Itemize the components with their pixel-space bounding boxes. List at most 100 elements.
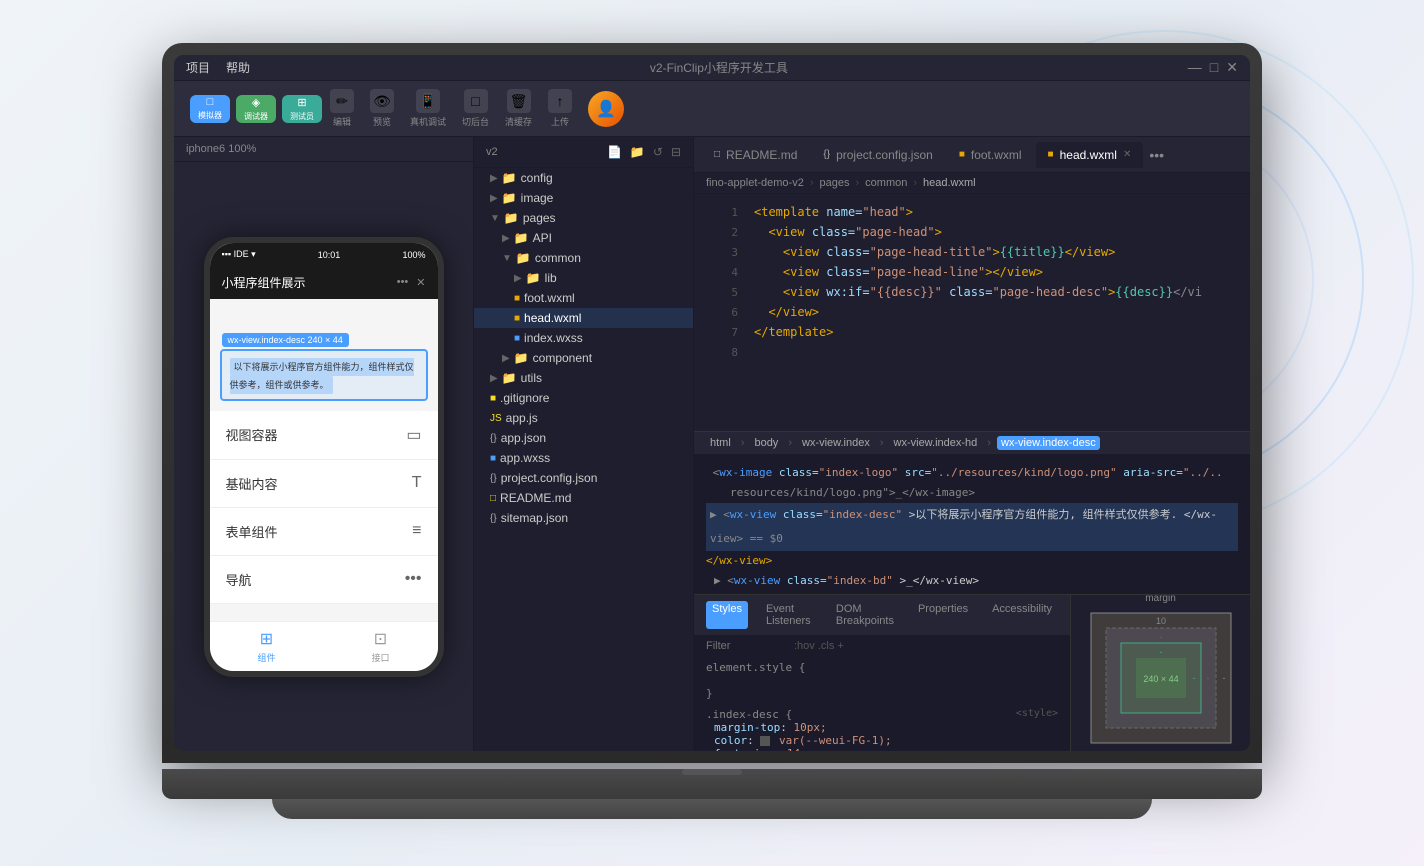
styles-tab-event[interactable]: Event Listeners (760, 601, 818, 629)
style-link-desc[interactable]: <style> (1016, 708, 1058, 721)
phone-nav-components[interactable]: ⊞ 组件 (210, 622, 324, 671)
bc-wx-index[interactable]: wx-view.index (798, 436, 874, 450)
styles-tab-access[interactable]: Accessibility (986, 601, 1058, 629)
tree-item-image[interactable]: ▶ 📁 image (474, 188, 693, 208)
svg-text:-: - (1159, 647, 1162, 657)
user-avatar[interactable]: 👤 (588, 91, 624, 127)
action-device-debug[interactable]: 📱 真机调试 (410, 89, 446, 128)
tree-icon-refresh[interactable]: ↺ (653, 145, 663, 159)
tree-item-api[interactable]: ▶ 📁 API (474, 228, 693, 248)
tree-item-component[interactable]: ▶ 📁 component (474, 348, 693, 368)
inspector-panel: <wx-image class="index-logo" src="../res… (694, 455, 1250, 751)
tree-item-app-json[interactable]: {} app.json (474, 428, 693, 448)
dom-node-desc[interactable]: ▶ <wx-view class="index-desc" >以下将展示小程序官… (706, 503, 1238, 527)
tree-item-common[interactable]: ▼ 📁 common (474, 248, 693, 268)
filter-input[interactable] (706, 640, 786, 652)
tree-item-label-project: project.config.json (501, 471, 598, 485)
window-close[interactable]: ✕ (1226, 59, 1238, 76)
tree-icon-new-folder[interactable]: 📁 (630, 145, 645, 159)
window-minimize[interactable]: — (1188, 59, 1202, 76)
breadcrumb-sep-1: › (810, 177, 814, 189)
tester-label: 测试员 (290, 111, 314, 122)
menu-help[interactable]: 帮助 (226, 59, 250, 76)
editor-tabs: □ README.md {} project.config.json ■ foo… (694, 137, 1250, 173)
tree-item-lib[interactable]: ▶ 📁 lib (474, 268, 693, 288)
breadcrumb-pages: pages (820, 177, 850, 189)
bc-wx-index-desc[interactable]: wx-view.index-desc (997, 436, 1100, 450)
bc-html[interactable]: html (706, 436, 735, 450)
tree-item-config[interactable]: ▶ 📁 config (474, 168, 693, 188)
tree-item-app-wxss[interactable]: ■ app.wxss (474, 448, 693, 468)
tree-item-foot-wxml[interactable]: ■ foot.wxml (474, 288, 693, 308)
action-upload[interactable]: ↑ 上传 (548, 89, 572, 128)
phone-nav-api[interactable]: ⊡ 接口 (324, 622, 438, 671)
tab-foot-wxml[interactable]: ■ foot.wxml (947, 142, 1034, 168)
window-maximize[interactable]: □ (1210, 59, 1218, 76)
tree-item-gitignore[interactable]: ■ .gitignore (474, 388, 693, 408)
svg-text:-: - (1206, 673, 1209, 683)
folder-icon-api: 📁 (514, 231, 529, 245)
action-edit[interactable]: ✏ 编辑 (330, 89, 354, 128)
tree-item-label-gitignore: .gitignore (500, 391, 549, 405)
bc-wx-index-hd[interactable]: wx-view.index-hd (890, 436, 982, 450)
toolbar-left: □ 模拟器 ◈ 调试器 ⊞ 测试员 (190, 95, 322, 123)
tab-project-config[interactable]: {} project.config.json (811, 142, 944, 168)
chevron-api: ▶ (502, 233, 510, 244)
action-preview[interactable]: 👁 预览 (370, 89, 394, 128)
phone-close-icon[interactable]: ✕ (416, 276, 425, 289)
btn-tester[interactable]: ⊞ 测试员 (282, 95, 322, 123)
bc-body[interactable]: body (750, 436, 782, 450)
code-line-1: 1 <template name="head"> (694, 202, 1250, 222)
edit-icon: ✏ (330, 89, 354, 113)
list-item-0[interactable]: 视图容器 ▭ (210, 411, 438, 460)
tree-item-readme[interactable]: □ README.md (474, 488, 693, 508)
chevron-image: ▶ (490, 193, 498, 204)
list-item-2[interactable]: 表单组件 ≡ (210, 508, 438, 556)
tree-icon-new-file[interactable]: 📄 (607, 145, 622, 159)
phone-battery: 100% (402, 250, 425, 260)
code-content-1: <template name="head"> (754, 205, 913, 219)
tab-head-wxml[interactable]: ■ head.wxml ✕ (1036, 142, 1144, 168)
tab-readme[interactable]: □ README.md (702, 142, 809, 168)
tree-item-app-js[interactable]: JS app.js (474, 408, 693, 428)
tree-item-head-wxml[interactable]: ■ head.wxml (474, 308, 693, 328)
tree-item-label-utils: utils (521, 371, 542, 385)
box-model-panel: margin (1070, 595, 1250, 751)
svg-text:-: - (1192, 673, 1195, 683)
tree-item-project-config[interactable]: {} project.config.json (474, 468, 693, 488)
phone-frame: ▪▪▪ IDE ▾ 10:01 100% 小程序组件展示 ••• (174, 162, 473, 751)
tree-item-label-component: component (533, 351, 592, 365)
tree-item-pages[interactable]: ▼ 📁 pages (474, 208, 693, 228)
app-title: v2-FinClip小程序开发工具 (266, 59, 1172, 76)
tree-item-index-wxss[interactable]: ■ index.wxss (474, 328, 693, 348)
styles-tab-props[interactable]: Properties (912, 601, 974, 629)
dom-breadcrumb: html › body › wx-view.index › wx-view.in… (694, 432, 1250, 455)
tree-root-label: v2 (486, 146, 498, 158)
chevron-utils: ▶ (490, 373, 498, 384)
tree-icon-collapse[interactable]: ⊟ (671, 145, 681, 159)
laptop-notch (682, 769, 742, 775)
svg-text:-: - (1159, 632, 1162, 642)
tree-item-utils[interactable]: ▶ 📁 utils (474, 368, 693, 388)
styles-tab-styles[interactable]: Styles (706, 601, 748, 629)
btn-debugger[interactable]: ◈ 调试器 (236, 95, 276, 123)
chevron-pages: ▼ (490, 213, 500, 224)
tree-item-label-lib: lib (545, 271, 557, 285)
folder-icon-component: 📁 (514, 351, 529, 365)
list-item-1[interactable]: 基础内容 T (210, 460, 438, 508)
tab-head-icon: ■ (1048, 149, 1054, 160)
line-num-2: 2 (710, 226, 738, 239)
list-item-3[interactable]: 导航 ••• (210, 556, 438, 604)
file-icon-project: {} (490, 473, 497, 484)
tab-head-close[interactable]: ✕ (1123, 149, 1131, 160)
btn-simulator[interactable]: □ 模拟器 (190, 95, 230, 123)
tree-item-sitemap[interactable]: {} sitemap.json (474, 508, 693, 528)
phone-menu-icon[interactable]: ••• (397, 276, 409, 289)
action-background[interactable]: □ 切后台 (462, 89, 489, 128)
menu-project[interactable]: 项目 (186, 59, 210, 76)
tab-more-menu[interactable]: ••• (1149, 147, 1164, 163)
code-editor[interactable]: 1 <template name="head"> 2 <view class="… (694, 194, 1250, 431)
action-clear-cache[interactable]: 🗑 清缓存 (505, 89, 532, 128)
styles-tab-dom[interactable]: DOM Breakpoints (830, 601, 900, 629)
file-icon-wxss: ■ (514, 333, 520, 344)
